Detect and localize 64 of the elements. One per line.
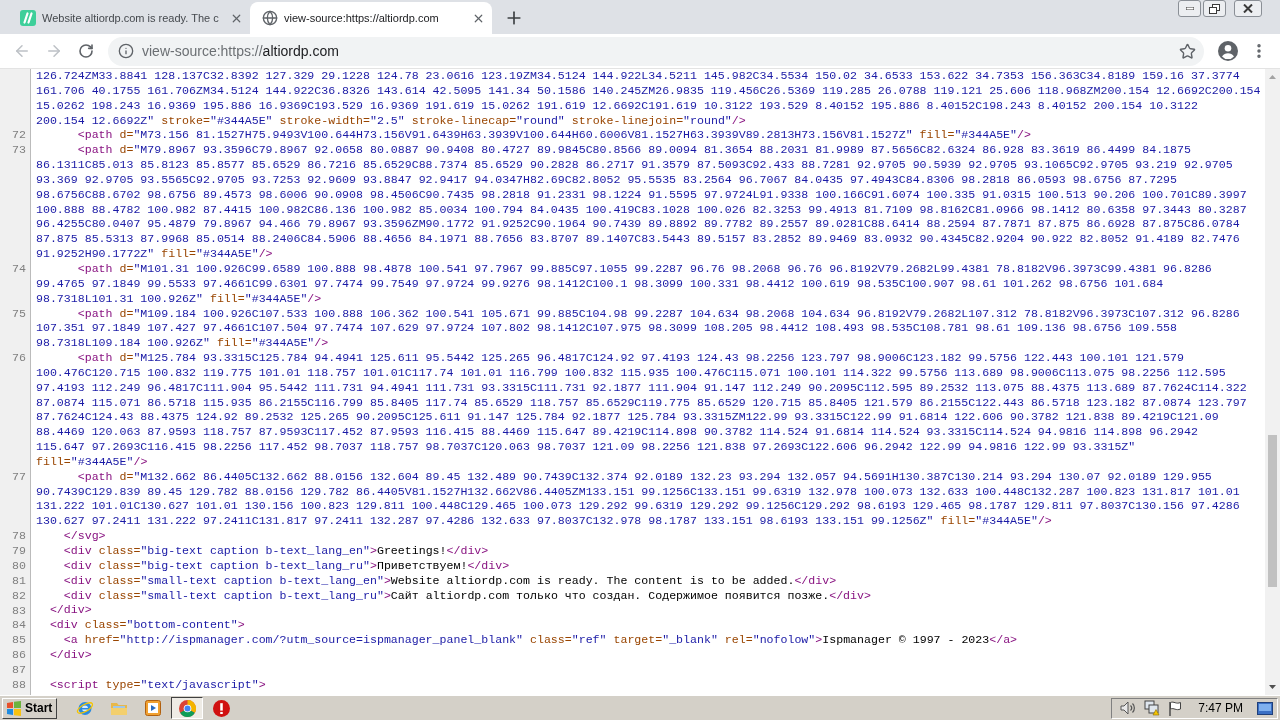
code-line: <path d="M109.184 100.926C107.533 100.888 106.362 100.541 105.671 99.885C104.98 99.2287 104.634 98.2068 104.634 96.8192V79.2682L107.312 78.8182V96.3973C107.312 96.8286 107.351 97.1849 107.427 97.4661C107.504 97.7474 107.629 97.9724 107.802 98.1412C107.975 98.3099 108.205 98.4412 108.493 98.535C108.781 98.61 109.136 98.6756 109.558 98.7318L109.184 100.926Z" fill="#344A5E"/> xyxy=(36,306,1240,352)
code-line: <path d="M125.784 93.3315C125.784 94.4941 125.611 95.5442 125.265 96.4817C124.92 97.4193 124.43 98.2256 123.797 98.9006C123.182 99.5756 122.443 100.101 121.579 100.476C120.715 100.832 119.775 101.01 118.757 101.01C117.74 101.01 116.799 100.832 115.935 100.476C115.071 100.101 114.322 99.5756 113.689 98.9006C113.075 98.2256 112.595 97.4193 112.249 96.4817C111.904 95.5442 111.731 94.4941 111.731 93.3315C111.731 92.1877 111.904 91.147 112.249 90.2095C112.595 89.2532 113.075 88.4375 113.689 87.7624C114.322 87.0874 115.071 86.5718 115.935 86.2155C116.799 85.8405 117.74 85.6529 118.757 85.6529C119.775 85.6529 120.715 85.8405 121.579 86.2155C122.443 86.5718 123.182 87.0874 123.797 87.7624C124.43 88.4375 124.92 89.2532 125.265 90.2095C125.611 91.147 125.784 92.1877 125.784 93.3315ZM122.99 93.3315C122.99 91.6814 122.606 90.3782 121.838 89.4219C121.09 88.4469 120.063 87.9593 118.757 87.9593C117.452 87.9593 116.415 88.4469 115.647 89.4219C114.898 90.3782 114.524 91.6814 114.524 93.3315C114.524 94.9816 114.898 96.2942 115.647 97.2693C116.415 98.2256 117.452 98.7037 118.757 98.7037C120.063 98.7037 121.09 98.2256 121.838 97.2693C122.606 96.2942 122.99 94.9816 122.99 93.3315Z" fill="#344A5E"/> xyxy=(36,351,1247,470)
line-number: 87 xyxy=(12,662,26,678)
scroll-down-arrow-icon[interactable] xyxy=(1269,685,1276,689)
account-icon[interactable] xyxy=(1218,41,1238,61)
code-line: <a href="http://ispmanager.com/?utm_source=ispmanager_panel_blank" class="ref" target="_blank" rel="nofolow">Ispmanager © 1997 - 2023</a> xyxy=(62,633,1018,648)
browser-tab[interactable]: view-source:https://altiordp.com xyxy=(250,2,492,34)
line-number: 79 xyxy=(12,544,26,559)
favicon-icon xyxy=(20,10,36,26)
code-line: <div class="small-text caption b-text_lang_en">Website altiordp.com is ready. The content is to be added.</div> xyxy=(62,573,837,589)
reload-icon xyxy=(78,43,94,59)
line-number: 83 xyxy=(12,603,26,619)
line-number: 85 xyxy=(12,633,26,649)
line-number: 77 xyxy=(12,469,26,485)
windows-logo-icon xyxy=(6,700,22,716)
code-line: <script type="text/javascript"> xyxy=(48,677,266,693)
line-number: 80 xyxy=(12,559,26,574)
restore-button[interactable] xyxy=(1203,0,1226,17)
code-line: <path d="M132.662 86.4405C132.662 88.0156 132.604 89.45 132.489 90.7439C132.374 92.0189 132.23 93.294 132.057 94.5691H130.387C130.214 93.294 130.07 92.0189 129.955 90.7439C129.839 89.45 129.782 88.0156 129.782 86.4405V81.1527H132.662V86.4405ZM133.151 99.1256C133.151 99.6319 132.978 100.073 132.633 100.448C132.287 100.823 131.817 101.01 131.222 101.01C130.627 101.01 130.156 100.823 129.811 100.448C129.465 100.073 129.292 99.6319 129.292 99.1256C129.292 98.6193 129.465 98.1787 129.811 97.8037C130.156 97.4286 130.627 97.2411 131.222 97.2411C131.817 97.2411 132.287 97.4286 132.633 97.8037C132.978 98.1787 133.151 98.6193 133.151 99.1256Z" fill="#344A5E"/> xyxy=(36,469,1240,530)
start-button[interactable]: Start xyxy=(2,697,58,719)
minimize-icon xyxy=(1185,7,1194,10)
volume-icon[interactable] xyxy=(1120,701,1137,715)
line-number: 72 xyxy=(12,128,26,144)
line-number: 86 xyxy=(12,648,26,663)
browser-icon xyxy=(76,699,95,717)
folder-icon xyxy=(110,700,129,716)
network-icon[interactable] xyxy=(1144,700,1161,716)
address-text: view-source:https://altiordp.com xyxy=(142,41,339,61)
line-number: 78 xyxy=(12,529,26,545)
line-number: 74 xyxy=(12,262,26,277)
code-line: <path d="M73.156 81.1527H75.9493V100.644H73.156V91.6439H63.3939V100.644H60.6006V81.1527H63.3939V89.2813H73.156V81.1527Z" fill="#344A5E"/> xyxy=(76,128,1031,144)
exclamation-icon xyxy=(212,699,230,717)
code-line: </svg> xyxy=(62,529,106,544)
code-line: <div class="small-text caption b-text_lang_ru">Сайт altiordp.com только что создан. Содержимое появится позже.</div> xyxy=(62,588,871,604)
show-desktop-button[interactable] xyxy=(1257,701,1273,715)
code-line: <path d="M101.31 100.926C99.6589 100.888 98.4878 100.541 97.7967 99.885C97.1055 99.2287 96.76 98.2068 96.76 96.8192V79.2682L99.4381 78.8182V96.3973C99.4381 96.8286 99.4765 97.1849 99.5533 97.4661C99.6301 97.7474 99.7549 97.9724 99.9276 98.1412C100.1 98.3099 100.331 98.4412 100.619 98.535C100.907 98.61 101.262 98.6756 101.684 98.7318L101.31 100.926Z" fill="#344A5E"/> xyxy=(36,261,1212,307)
scrollbar-track[interactable] xyxy=(1265,69,1280,695)
code-line: 126.724ZM33.8841 128.137C32.8392 127.329 29.1228 124.78 23.0616 123.19ZM34.5124 144.922L34.5211 145.982C34.5534 150.02 34.6533 153.622 34.7353 156.363C34.8189 159.16 37.3774 161.706 40.1755 161.706ZM34.5124 144.922C36.8326 143.614 42.5095 141.34 50.1586 140.245ZM26.9835 119.456C26.5369 119.285 26.0788 119.121 25.606 118.968ZM200.154 12.6692C200.154 15.0262 198.243 16.9369 195.886 16.9369C193.529 16.9369 191.619 15.0262 191.619 12.6692C191.619 10.3122 193.529 8.40152 195.886 8.40152C198.243 8.40152 200.154 10.3122 200.154 12.6692Z" stroke="#344A5E" stroke-width="2.5" stroke-linecap="round" stroke-linejoin="round"/> xyxy=(36,69,1261,129)
browser-icon xyxy=(178,699,196,717)
scrollbar-thumb[interactable] xyxy=(1268,435,1277,587)
globe-icon xyxy=(262,10,278,26)
line-number: 82 xyxy=(12,588,26,604)
address-bar[interactable]: view-source:https://altiordp.com xyxy=(108,36,1204,66)
info-icon xyxy=(118,43,134,59)
line-number: 88 xyxy=(12,677,26,693)
taskbar-button[interactable] xyxy=(171,697,204,719)
close-window-button[interactable] xyxy=(1234,0,1262,17)
code-line: </div> xyxy=(48,603,92,619)
bookmark-star-icon[interactable] xyxy=(1179,42,1196,60)
close-icon xyxy=(1243,4,1253,13)
code-line: <div class="bottom-content"> xyxy=(48,618,245,634)
line-number: 81 xyxy=(12,573,26,589)
restore-icon xyxy=(1209,3,1220,14)
code-line: <div class="big-text caption b-text_lang_ru">Приветствуем!</div> xyxy=(62,558,510,574)
flag-icon[interactable] xyxy=(1168,700,1183,716)
code-line: <path d="M79.8967 93.3596C79.8967 92.0658 80.0887 90.9408 80.4727 89.9845C80.8566 89.0094 81.3654 88.2031 81.9989 87.5656C82.6324 86.928 83.3619 86.4499 84.1875 86.1311C85.013 85.8123 85.8577 85.6529 86.7216 85.6529C88.7374 85.6529 90.2828 86.2717 91.3579 87.5093C92.433 88.7281 92.9705 90.5939 92.9705 93.1065C92.9705 93.219 92.9705 93.369 92.9705 93.5565C92.9705 93.7253 92.9609 93.8847 92.9417 94.0347H82.69C82.8052 95.5535 83.2564 96.7067 84.0435 97.4943C84.8306 98.2818 86.0593 98.6756 87.7295 98.6756C88.6702 98.6756 89.4573 98.6006 90.0908 98.4506C90.7435 98.2818 91.2331 98.1224 91.5595 97.9724L91.9338 100.166C91.6074 100.335 91.0315 100.513 90.206 100.701C89.3997 100.888 88.4782 100.982 87.4415 100.982C86.136 100.982 85.0034 100.794 84.0435 100.419C83.1028 100.026 82.3253 99.4913 81.7109 98.8162C81.0966 98.1412 80.6358 97.3443 80.3287 96.4255C80.0407 95.4879 79.8967 94.466 79.8967 93.3596ZM90.1772 91.9252C90.1964 90.7439 89.8892 89.7782 89.2557 89.0281C88.6414 88.2594 87.7871 87.875 86.6928 87.875C86.0784 87.875 85.5313 87.9968 85.0514 88.2406C84.5906 88.4656 84.1971 88.7656 83.8707 89.1407C83.5443 89.5157 83.2852 89.9469 83.0932 90.4345C82.9204 90.922 82.8052 91.4189 82.7476 91.9252H90.1772Z" fill="#344A5E"/> xyxy=(36,143,1247,262)
line-number: 73 xyxy=(12,143,26,159)
code-line: <div class="big-text caption b-text_lang_en">Greetings!</div> xyxy=(62,544,489,559)
line-number: 75 xyxy=(12,306,26,322)
desktop-icon xyxy=(1257,701,1273,715)
line-number: 76 xyxy=(12,351,26,366)
play-icon xyxy=(145,700,162,716)
line-number: 84 xyxy=(12,618,26,634)
code-line: </div> xyxy=(48,647,92,663)
